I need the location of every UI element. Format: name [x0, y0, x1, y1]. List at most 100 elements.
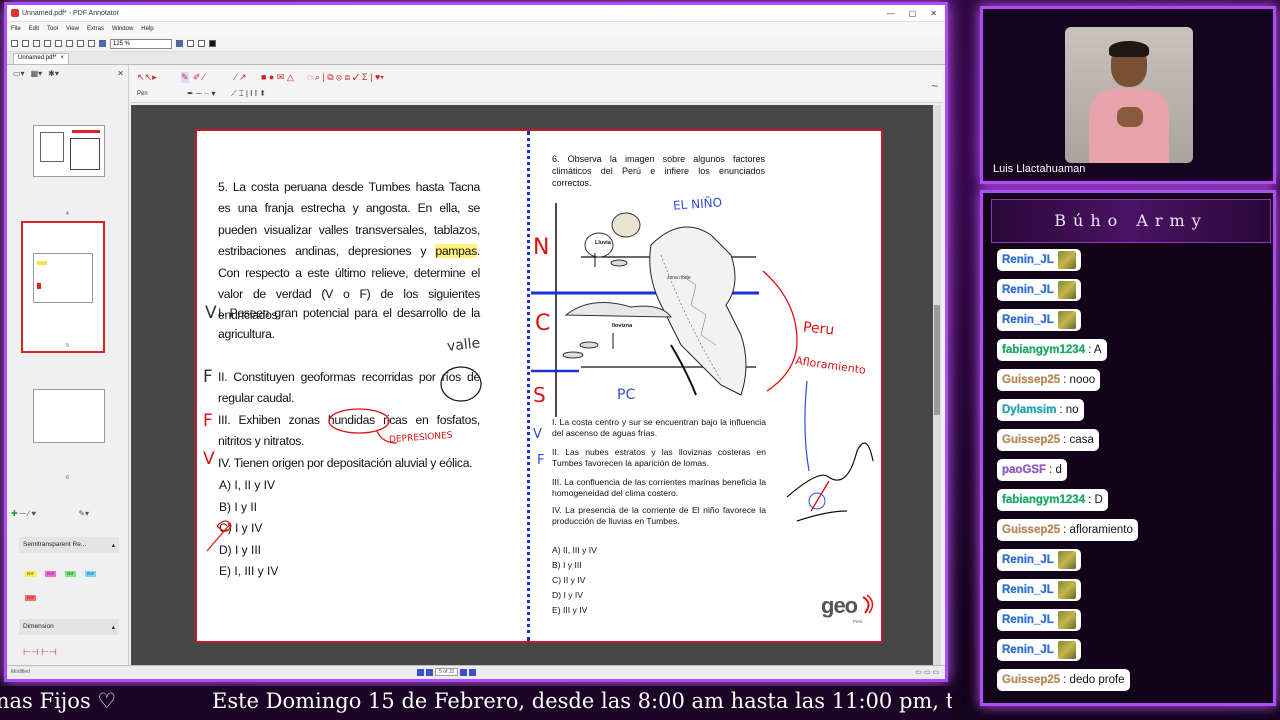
- settings-icon[interactable]: ✱▾: [48, 69, 59, 78]
- style-panel-header[interactable]: Semitransparent Re... ▴: [19, 537, 119, 553]
- chat-message-text: : nooo: [1063, 374, 1096, 386]
- chat-message: Renin_JL: [997, 279, 1081, 301]
- paste-icon[interactable]: [88, 40, 95, 47]
- select-tool-icon[interactable]: ↖↖▸: [137, 72, 157, 83]
- question-6-text: 6. Observa la imagen sobre algunos facto…: [552, 154, 765, 188]
- collapse-icon[interactable]: ▴: [112, 541, 115, 549]
- main-toolbar: 125 %: [7, 36, 945, 52]
- chat-username[interactable]: fabiangym1234: [1002, 489, 1085, 511]
- style-chip-red[interactable]: PDF: [25, 595, 36, 601]
- sidebar-close-icon[interactable]: ✕: [117, 69, 128, 78]
- chat-username[interactable]: Renin_JL: [1002, 639, 1054, 661]
- hand-mark-v3: V: [533, 427, 542, 442]
- menu-edit[interactable]: Edit: [29, 26, 39, 32]
- chat-username[interactable]: Guissep25: [1002, 429, 1060, 451]
- dimension-panel-header[interactable]: Dimension ▴: [19, 619, 119, 635]
- q6-option-d: D) I y IV: [552, 590, 584, 600]
- page-thumbnail-5-selected[interactable]: [21, 221, 105, 353]
- hand-mark-f2: F: [203, 411, 213, 431]
- page-indicator[interactable]: 5 of 10: [435, 668, 459, 676]
- stamp-tool-icon[interactable]: ◌ ⌕ | ⧉ ⊗ ⧈ ✓ Σ | ♥▾: [307, 72, 384, 83]
- chat-message: Renin_JL: [997, 309, 1081, 331]
- style-chip-blue[interactable]: PDF: [85, 571, 96, 577]
- tab-unnamed-pdf[interactable]: Unnamed.pdf* ×: [13, 53, 69, 64]
- minimize-button[interactable]: —: [887, 9, 895, 18]
- chat-username[interactable]: Guissep25: [1002, 369, 1060, 391]
- menu-extras[interactable]: Extras: [87, 26, 104, 32]
- peru-climate-map: [531, 203, 759, 417]
- new-icon[interactable]: [11, 40, 18, 47]
- vertical-scrollbar[interactable]: [933, 105, 941, 667]
- style-chip-pink[interactable]: PDF: [45, 571, 56, 577]
- menu-view[interactable]: View: [66, 26, 79, 32]
- fit-page-icon[interactable]: [187, 40, 194, 47]
- chat-message: Renin_JL: [997, 549, 1081, 571]
- fit-width-icon[interactable]: [198, 40, 205, 47]
- page-navigator[interactable]: 5 of 10: [417, 668, 477, 676]
- style-toolbar: ✚ ─ ∕ ♥ ✎▾: [11, 509, 90, 518]
- ticker-text-2: Este Domingo 15 de Febrero, desde las 8:…: [212, 689, 952, 713]
- chat-username[interactable]: Guissep25: [1002, 669, 1060, 691]
- collapse-icon[interactable]: ▴: [112, 623, 115, 631]
- marker-tool-icon[interactable]: ✐ ∕: [193, 72, 205, 83]
- help-curve-icon[interactable]: ∼: [931, 81, 939, 92]
- menu-help[interactable]: Help: [141, 26, 153, 32]
- chat-message-text: : afloramiento: [1063, 524, 1133, 536]
- first-page-icon[interactable]: [417, 668, 424, 676]
- chat-username[interactable]: paoGSF: [1002, 459, 1046, 481]
- q6-statement-2: II. Las nubes estratos y las lloviznas c…: [552, 447, 766, 468]
- style-chip-yellow[interactable]: PDF: [25, 571, 36, 577]
- color-picker-icon[interactable]: ✒ ─ ·· ▾: [187, 89, 215, 98]
- last-page-icon[interactable]: [469, 668, 477, 676]
- text-tools-icon[interactable]: ⟋ ⌶ | Ⅰ Ⅰ ⇞: [231, 89, 266, 99]
- full-screen-icon[interactable]: [209, 40, 216, 47]
- close-button[interactable]: ✕: [930, 9, 937, 18]
- dimension-tools[interactable]: ⊢⊣ ⊢⊣: [23, 647, 57, 658]
- grid-icon[interactable]: ▦▾: [31, 69, 43, 78]
- menu-file[interactable]: File: [11, 26, 21, 32]
- prev-page-icon[interactable]: [426, 668, 433, 676]
- zoom-select[interactable]: 125 %: [110, 38, 172, 49]
- pdf-page[interactable]: 5. La costa peruana desde Tumbes hasta T…: [195, 129, 883, 643]
- chat-username[interactable]: Guissep25: [1002, 519, 1060, 541]
- webcam-frame: Luis Llactahuaman: [980, 6, 1276, 184]
- hand-mark-f1: F: [203, 367, 213, 387]
- zoom-in-icon[interactable]: [176, 40, 183, 47]
- view-mode-icons[interactable]: ▭ ▭ ▭: [915, 668, 939, 676]
- line-tool-icon[interactable]: ∕ ↗: [235, 72, 247, 83]
- tab-close-icon[interactable]: ×: [60, 55, 64, 63]
- q6-option-a: A) II, III y IV: [552, 545, 597, 555]
- open-icon[interactable]: [22, 40, 29, 47]
- page-thumbnail-4[interactable]: [33, 125, 105, 177]
- pen-tool-icon[interactable]: ✎: [181, 72, 189, 83]
- style-chip-green[interactable]: PDF: [65, 571, 76, 577]
- undo-icon[interactable]: [66, 40, 73, 47]
- page-thumbnail-6[interactable]: [33, 389, 105, 443]
- chat-username[interactable]: Renin_JL: [1002, 609, 1054, 631]
- chat-message-text: : no: [1059, 404, 1079, 416]
- chat-username[interactable]: Dylamsim: [1002, 399, 1057, 421]
- save-as-icon[interactable]: [44, 40, 51, 47]
- next-page-icon[interactable]: [460, 668, 468, 676]
- chat-message: Guissep25: afloramiento: [997, 519, 1138, 541]
- chat-username[interactable]: Renin_JL: [1002, 579, 1054, 601]
- chat-username[interactable]: Renin_JL: [1002, 549, 1054, 571]
- zoom-out-icon[interactable]: [99, 40, 106, 47]
- scrollbar-thumb[interactable]: [934, 305, 940, 415]
- menu-tool[interactable]: Tool: [47, 26, 58, 32]
- rectangle-tool-icon[interactable]: ■ ● ✉ △: [261, 72, 294, 83]
- style-panel-label: Semitransparent Re...: [23, 541, 87, 548]
- status-text: Modified: [11, 669, 30, 675]
- redo-icon[interactable]: [77, 40, 84, 47]
- q5-option-b: B) I y II: [219, 500, 258, 514]
- chat-username[interactable]: Renin_JL: [1002, 309, 1054, 331]
- document-canvas[interactable]: 5. La costa peruana desde Tumbes hasta T…: [131, 105, 941, 667]
- page-tools-icon[interactable]: ▭▾: [13, 69, 25, 78]
- chat-username[interactable]: Renin_JL: [1002, 279, 1054, 301]
- chat-username[interactable]: fabiangym1234: [1002, 339, 1085, 361]
- maximize-button[interactable]: ▢: [909, 9, 917, 18]
- chat-username[interactable]: Renin_JL: [1002, 249, 1054, 271]
- menu-window[interactable]: Window: [112, 26, 133, 32]
- print-icon[interactable]: [55, 40, 62, 47]
- save-icon[interactable]: [33, 40, 40, 47]
